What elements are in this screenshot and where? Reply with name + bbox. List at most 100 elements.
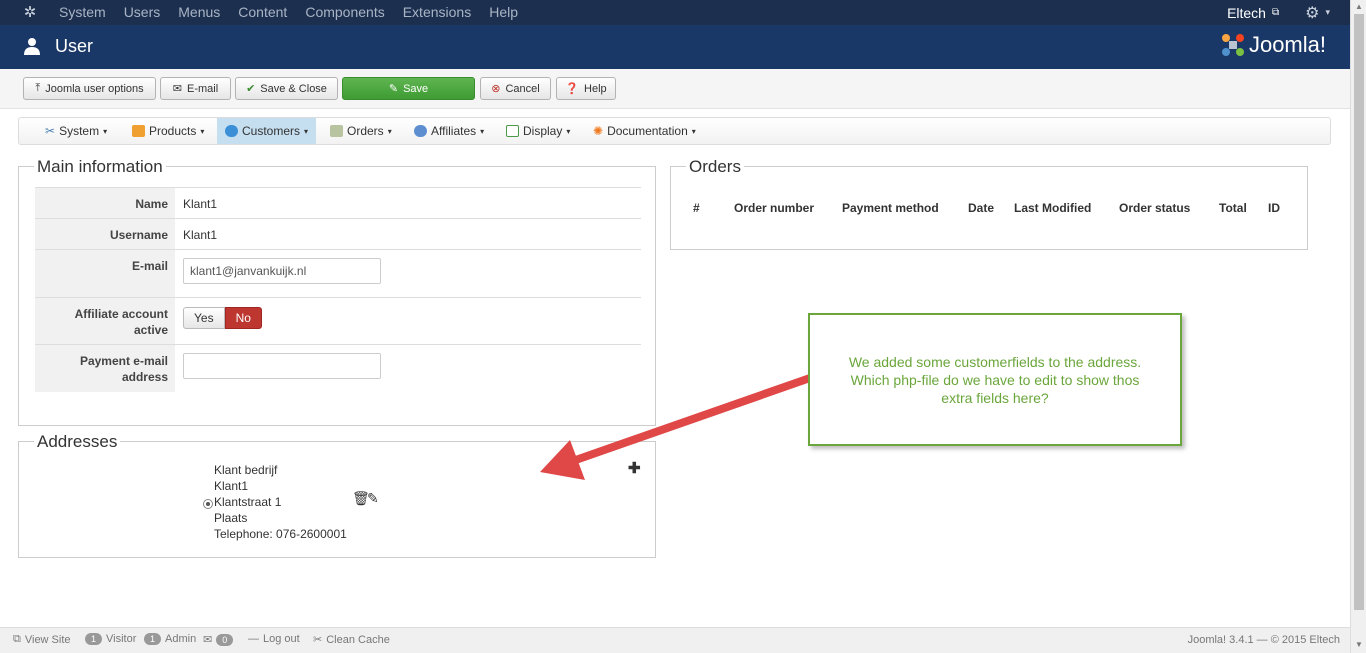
caret-icon: ▾: [566, 126, 571, 136]
gear-icon[interactable]: ⚙: [1305, 3, 1319, 23]
caret-icon: ▾: [480, 126, 485, 136]
annotation-note: We added some customerfields to the addr…: [808, 313, 1182, 446]
admin-menu: System Users Menus Content Components Ex…: [50, 0, 527, 25]
caret-icon: ▾: [103, 126, 108, 136]
orders-col-order-status[interactable]: Order status: [1119, 201, 1190, 215]
visitor-count-badge: 1: [85, 633, 103, 645]
menu-menus[interactable]: Menus: [169, 0, 229, 25]
submenu-products[interactable]: Products ▾: [124, 118, 212, 144]
address-block: Klant bedrijf Klant1 Klantstraat 1 Plaat…: [214, 462, 347, 542]
submenu-affiliates[interactable]: Affiliates ▾: [406, 118, 492, 144]
products-icon: [132, 125, 145, 137]
user-icon: [24, 38, 40, 55]
orders-col-number-sign[interactable]: #: [693, 201, 700, 215]
site-name-link[interactable]: Eltech: [1227, 5, 1266, 21]
username-row: Username Klant1: [35, 218, 641, 249]
submenu-orders[interactable]: Orders ▾: [322, 118, 400, 144]
vertical-scrollbar[interactable]: ▲ ▼: [1350, 0, 1366, 653]
affiliate-label: Affiliate account active: [35, 298, 175, 344]
orders-icon: [330, 125, 343, 137]
scrollbar-thumb[interactable]: [1354, 14, 1364, 610]
save-button[interactable]: ✎ Save: [342, 77, 475, 100]
scroll-down-icon[interactable]: ▼: [1355, 640, 1363, 649]
logout-link[interactable]: — Log out: [248, 633, 300, 645]
menu-system[interactable]: System: [50, 0, 115, 25]
envelope-icon: ✉: [172, 83, 183, 95]
broom-icon: ✂: [313, 634, 323, 646]
external-link-icon: ⧉: [1271, 7, 1280, 18]
affiliate-toggle: Yes No: [183, 307, 262, 329]
affiliates-icon: [414, 125, 427, 137]
page-title: User: [55, 36, 94, 56]
orders-panel: Orders # Order number Payment method Dat…: [670, 157, 1308, 250]
note-line-1: We added some customerfields to the addr…: [848, 354, 1142, 370]
submenu-customers[interactable]: Customers ▾: [217, 118, 317, 144]
upload-icon: ⤒: [35, 82, 41, 94]
orders-legend: Orders: [686, 157, 744, 177]
question-icon: ❓: [565, 83, 580, 95]
joomla-logo: Joomla!: [1220, 32, 1326, 58]
name-label: Name: [35, 188, 175, 218]
message-count-badge: 0: [216, 633, 234, 646]
orders-col-last-modified[interactable]: Last Modified: [1014, 201, 1091, 215]
menu-users[interactable]: Users: [115, 0, 170, 25]
admins-status[interactable]: 1 Admin: [144, 633, 196, 645]
caret-icon: ▾: [387, 126, 392, 136]
visitors-status[interactable]: 1 Visitor: [85, 633, 136, 645]
username-label: Username: [35, 219, 175, 249]
affiliate-row: Affiliate account active Yes No: [35, 297, 641, 344]
save-close-button[interactable]: ✔ Save & Close: [235, 77, 338, 100]
email-button[interactable]: ✉ E-mail: [160, 77, 231, 100]
annotation-arrow: [540, 374, 812, 480]
component-submenu: ✂ System ▾ Products ▾ Customers ▾ Orders ▾ A…: [18, 117, 1331, 145]
cancel-button[interactable]: ⊗ Cancel: [480, 77, 551, 100]
topbar-right: Eltech ⧉ ⚙ ▾: [1227, 0, 1330, 25]
address-company: Klant bedrijf: [214, 463, 278, 477]
payment-email-label: Payment e-mail address: [35, 345, 175, 392]
clean-cache-link[interactable]: ✂ Clean Cache: [313, 633, 390, 647]
submenu-display[interactable]: Display ▾: [498, 118, 578, 144]
status-bar: ⧉ View Site 1 Visitor 1 Admin ✉ 0 — Log …: [0, 627, 1350, 653]
edit-icon: ✎: [388, 83, 399, 95]
menu-components[interactable]: Components: [296, 0, 393, 25]
joomla-menu-icon[interactable]: ✲: [20, 4, 40, 21]
address-name: Klant1: [214, 479, 249, 493]
toolbar: ⤒ Joomla user options ✉ E-mail ✔ Save & …: [0, 69, 1350, 109]
payment-email-field[interactable]: [183, 353, 381, 379]
affiliate-yes-button[interactable]: Yes: [183, 307, 225, 329]
affiliate-no-button[interactable]: No: [224, 307, 262, 329]
address-telephone: Telephone: 076-2600001: [214, 527, 347, 541]
email-row: E-mail klant1@janvankuijk.nl: [35, 249, 641, 297]
customers-icon: [225, 125, 238, 137]
addresses-legend: Addresses: [34, 432, 121, 452]
scroll-up-icon[interactable]: ▲: [1355, 2, 1363, 11]
view-site-link[interactable]: ⧉ View Site: [13, 633, 71, 646]
messages-status[interactable]: ✉ 0: [203, 633, 234, 646]
admin-count-badge: 1: [144, 633, 162, 645]
copyright-text: Joomla! 3.4.1 — © 2015 Eltech: [1187, 634, 1340, 646]
username-value: Klant1: [183, 228, 218, 242]
default-address-radio[interactable]: [203, 499, 213, 509]
orders-col-payment-method[interactable]: Payment method: [842, 201, 939, 215]
pencil-icon[interactable]: ✎: [367, 490, 379, 507]
page-header: User Joomla!: [0, 25, 1350, 69]
submenu-documentation[interactable]: ✺ Documentation ▾: [585, 118, 704, 144]
menu-extensions[interactable]: Extensions: [394, 0, 480, 25]
menu-help[interactable]: Help: [480, 0, 527, 25]
submenu-system[interactable]: ✂ System ▾: [37, 118, 115, 144]
orders-col-order-number[interactable]: Order number: [734, 201, 814, 215]
email-field[interactable]: klant1@janvankuijk.nl: [183, 258, 381, 284]
joomla-logo-text: Joomla!: [1248, 32, 1326, 57]
main-information-legend: Main information: [34, 157, 166, 177]
joomla-logo-icon: [1221, 34, 1244, 56]
help-button[interactable]: ❓ Help: [556, 77, 616, 100]
envelope-icon: ✉: [203, 634, 213, 646]
menu-content[interactable]: Content: [229, 0, 296, 25]
orders-col-id[interactable]: ID: [1268, 201, 1280, 215]
orders-col-date[interactable]: Date: [968, 201, 994, 215]
joomla-user-options-button[interactable]: ⤒ Joomla user options: [23, 77, 156, 100]
orders-col-total[interactable]: Total: [1219, 201, 1247, 215]
admin-topbar: ✲ System Users Menus Content Components …: [0, 0, 1350, 25]
note-line-2: Which php-file do we have to edit to sho…: [850, 372, 1140, 388]
external-link-icon: ⧉: [13, 633, 21, 645]
